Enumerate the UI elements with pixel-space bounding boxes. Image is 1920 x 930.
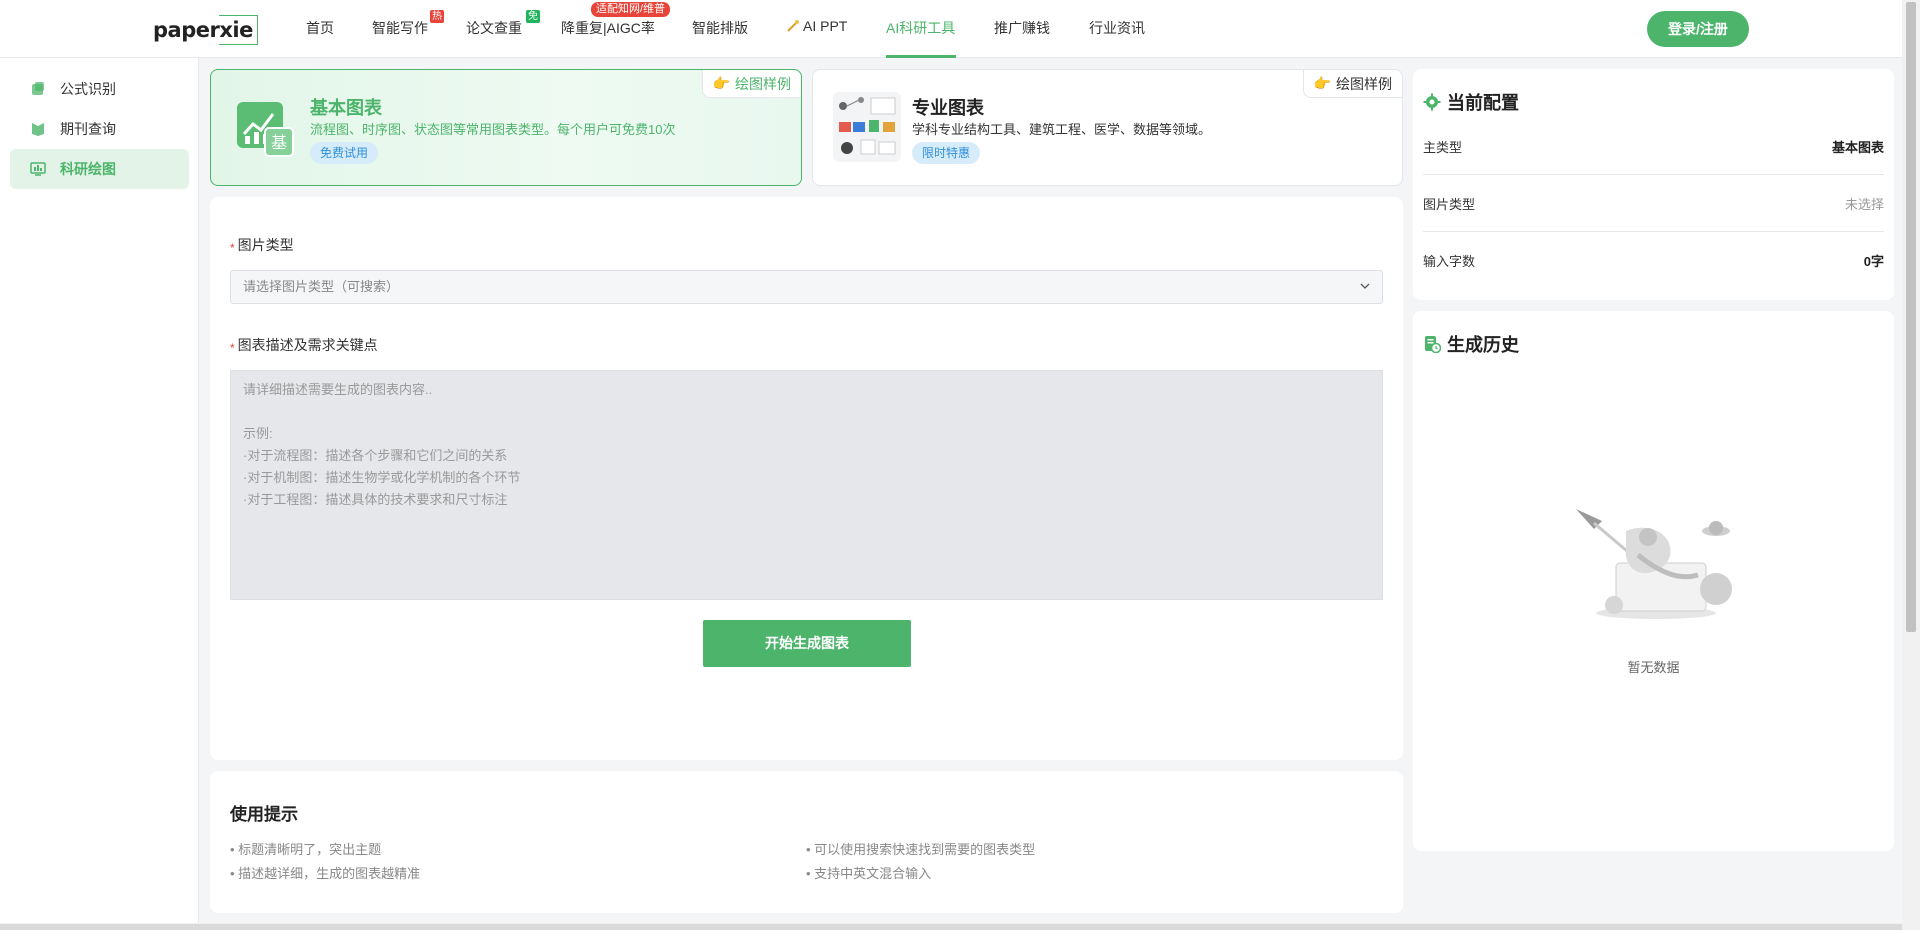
generation-history-title-text: 生成历史 [1447,335,1519,355]
pro-chart-card[interactable]: 👉 绘图样例 专业图表 学科专业结构工具、建筑工程、医学、数据等领域。 限时特惠 [812,69,1403,186]
top-navbar: paperxie 首页 智能写作 热 论文查重 免 降重复|AIGC率 适配知网… [0,0,1902,58]
pointing-hand-icon: 👉 [1313,75,1331,91]
pro-chart-thumbnail-icon [833,92,901,162]
basic-chart-icon: 基 [237,102,294,157]
config-row-word-count: 输入字数 0字 [1423,232,1884,289]
config-value: 0字 [1863,254,1884,269]
usage-tips-title: 使用提示 [230,800,302,827]
horizontal-scrollbar[interactable] [0,923,1902,930]
picture-type-placeholder: 请选择图片类型（可搜索） [243,279,400,294]
tip-item: • 可以使用搜索快速找到需要的图表类型 [806,842,1036,857]
vertical-scrollbar[interactable] [1902,0,1920,930]
basic-card-desc: 流程图、时序图、状态图等常用图表类型。每个用户可免费10次 [310,122,676,137]
config-value: 基本图表 [1831,140,1884,155]
formula-icon [32,82,44,95]
config-key: 输入字数 [1423,254,1476,269]
current-config-title: 当前配置 [1423,89,1519,115]
basic-chart-card[interactable]: 👉 绘图样例 基 基本图表 流程图、时序图、状态图等常用图表类型。每个用户可免费… [210,69,802,186]
generation-history-title: 生成历史 [1423,331,1519,357]
pro-sample-button[interactable]: 👉 绘图样例 [1302,70,1402,98]
sidebar: 公式识别 期刊查询 科研绘图 [0,58,199,923]
sidebar-item-formula[interactable]: 公式识别 [10,69,189,109]
config-key: 主类型 [1423,140,1463,155]
adapt-badge: 适配知网/维普 [591,2,671,17]
nav-promotion[interactable]: 推广赚钱 [994,18,1050,38]
gear-icon [1423,93,1441,111]
basic-card-title: 基本图表 [310,98,382,118]
sidebar-item-label: 公式识别 [60,81,116,97]
sidebar-item-journal[interactable]: 期刊查询 [10,109,189,149]
config-row-picture-type: 图片类型 未选择 [1423,175,1884,232]
pointing-hand-icon: 👉 [712,75,730,91]
limited-offer-tag: 限时特惠 [912,142,981,164]
journal-icon [32,123,44,136]
required-asterisk: * [230,341,235,355]
picture-type-select[interactable]: 请选择图片类型（可搜索） [230,270,1383,304]
free-trial-tag: 免费试用 [310,142,379,164]
picture-type-label-text: 图片类型 [237,237,294,253]
pro-card-title: 专业图表 [912,98,984,118]
nav-smart-format[interactable]: 智能排版 [692,18,748,38]
picture-type-label: * 图片类型 [230,235,294,255]
sample-label: 绘图样例 [1336,75,1392,92]
sidebar-item-label: 科研绘图 [60,161,116,177]
generation-history-panel: 生成历史 暂无数据 [1413,311,1894,851]
nav-ai-ppt-label: AI PPT [803,18,848,34]
nav-active-underline [886,55,956,58]
config-value: 未选择 [1844,197,1884,212]
sidebar-item-label: 期刊查询 [60,121,116,137]
config-key: 图片类型 [1423,197,1476,212]
sample-label: 绘图样例 [735,75,791,92]
logo-text-xie: xie [219,15,258,45]
chevron-down-icon [1360,283,1370,289]
config-row-main-type: 主类型 基本图表 [1423,118,1884,175]
sidebar-item-research-drawing[interactable]: 科研绘图 [10,149,189,189]
basic-sample-button[interactable]: 👉 绘图样例 [701,70,801,98]
required-asterisk: * [230,241,235,255]
empty-state-text: 暂无数据 [1627,660,1680,675]
usage-tips-panel: 使用提示 • 标题清晰明了，突出主题 • 可以使用搜索快速找到需要的图表类型 •… [210,771,1403,913]
scrollbar-thumb[interactable] [0,924,1902,930]
nav-reduce-duplication[interactable]: 降重复|AIGC率 [561,18,655,38]
nav-home[interactable]: 首页 [306,18,334,38]
free-badge: 免 [526,10,540,23]
empty-rocket-illustration-icon [1576,509,1732,619]
basic-icon-char: 基 [271,133,287,152]
chart-description-label: * 图表描述及需求关键点 [230,335,378,355]
generate-chart-button[interactable]: 开始生成图表 [703,620,911,667]
tip-item: • 标题清晰明了，突出主题 [230,842,382,857]
magic-wand-icon [787,20,799,32]
paperxie-logo[interactable]: paperxie [153,12,258,48]
chart-description-label-text: 图表描述及需求关键点 [237,337,378,353]
pro-card-desc: 学科专业结构工具、建筑工程、医学、数据等领域。 [912,122,1212,137]
nav-industry-news[interactable]: 行业资讯 [1089,18,1145,38]
logo-text-paper: paper [153,18,220,42]
history-doc-icon [1425,336,1441,353]
hot-badge: 热 [430,10,444,23]
tip-item: • 描述越详细，生成的图表越精准 [230,866,421,881]
nav-ai-research-tools[interactable]: AI科研工具 [886,18,955,38]
nav-plagiarism-check[interactable]: 论文查重 [466,18,522,38]
chart-draw-icon [30,162,46,176]
nav-smart-writing[interactable]: 智能写作 [372,18,428,38]
current-config-title-text: 当前配置 [1447,93,1519,113]
nav-ai-ppt[interactable]: AI PPT [786,18,847,34]
scrollbar-thumb[interactable] [1906,2,1916,632]
current-config-panel: 当前配置 主类型 基本图表 图片类型 未选择 输入字数 0字 [1413,69,1894,300]
login-register-button[interactable]: 登录/注册 [1647,11,1749,47]
chart-description-textarea[interactable]: 请详细描述需要生成的图表内容.. 示例: ·对于流程图：描述各个步骤和它们之间的… [230,370,1383,600]
tip-item: • 支持中英文混合输入 [806,866,932,881]
chart-form-panel: * 图片类型 请选择图片类型（可搜索） * 图表描述及需求关键点 请详细描述需要生成… [210,197,1403,760]
